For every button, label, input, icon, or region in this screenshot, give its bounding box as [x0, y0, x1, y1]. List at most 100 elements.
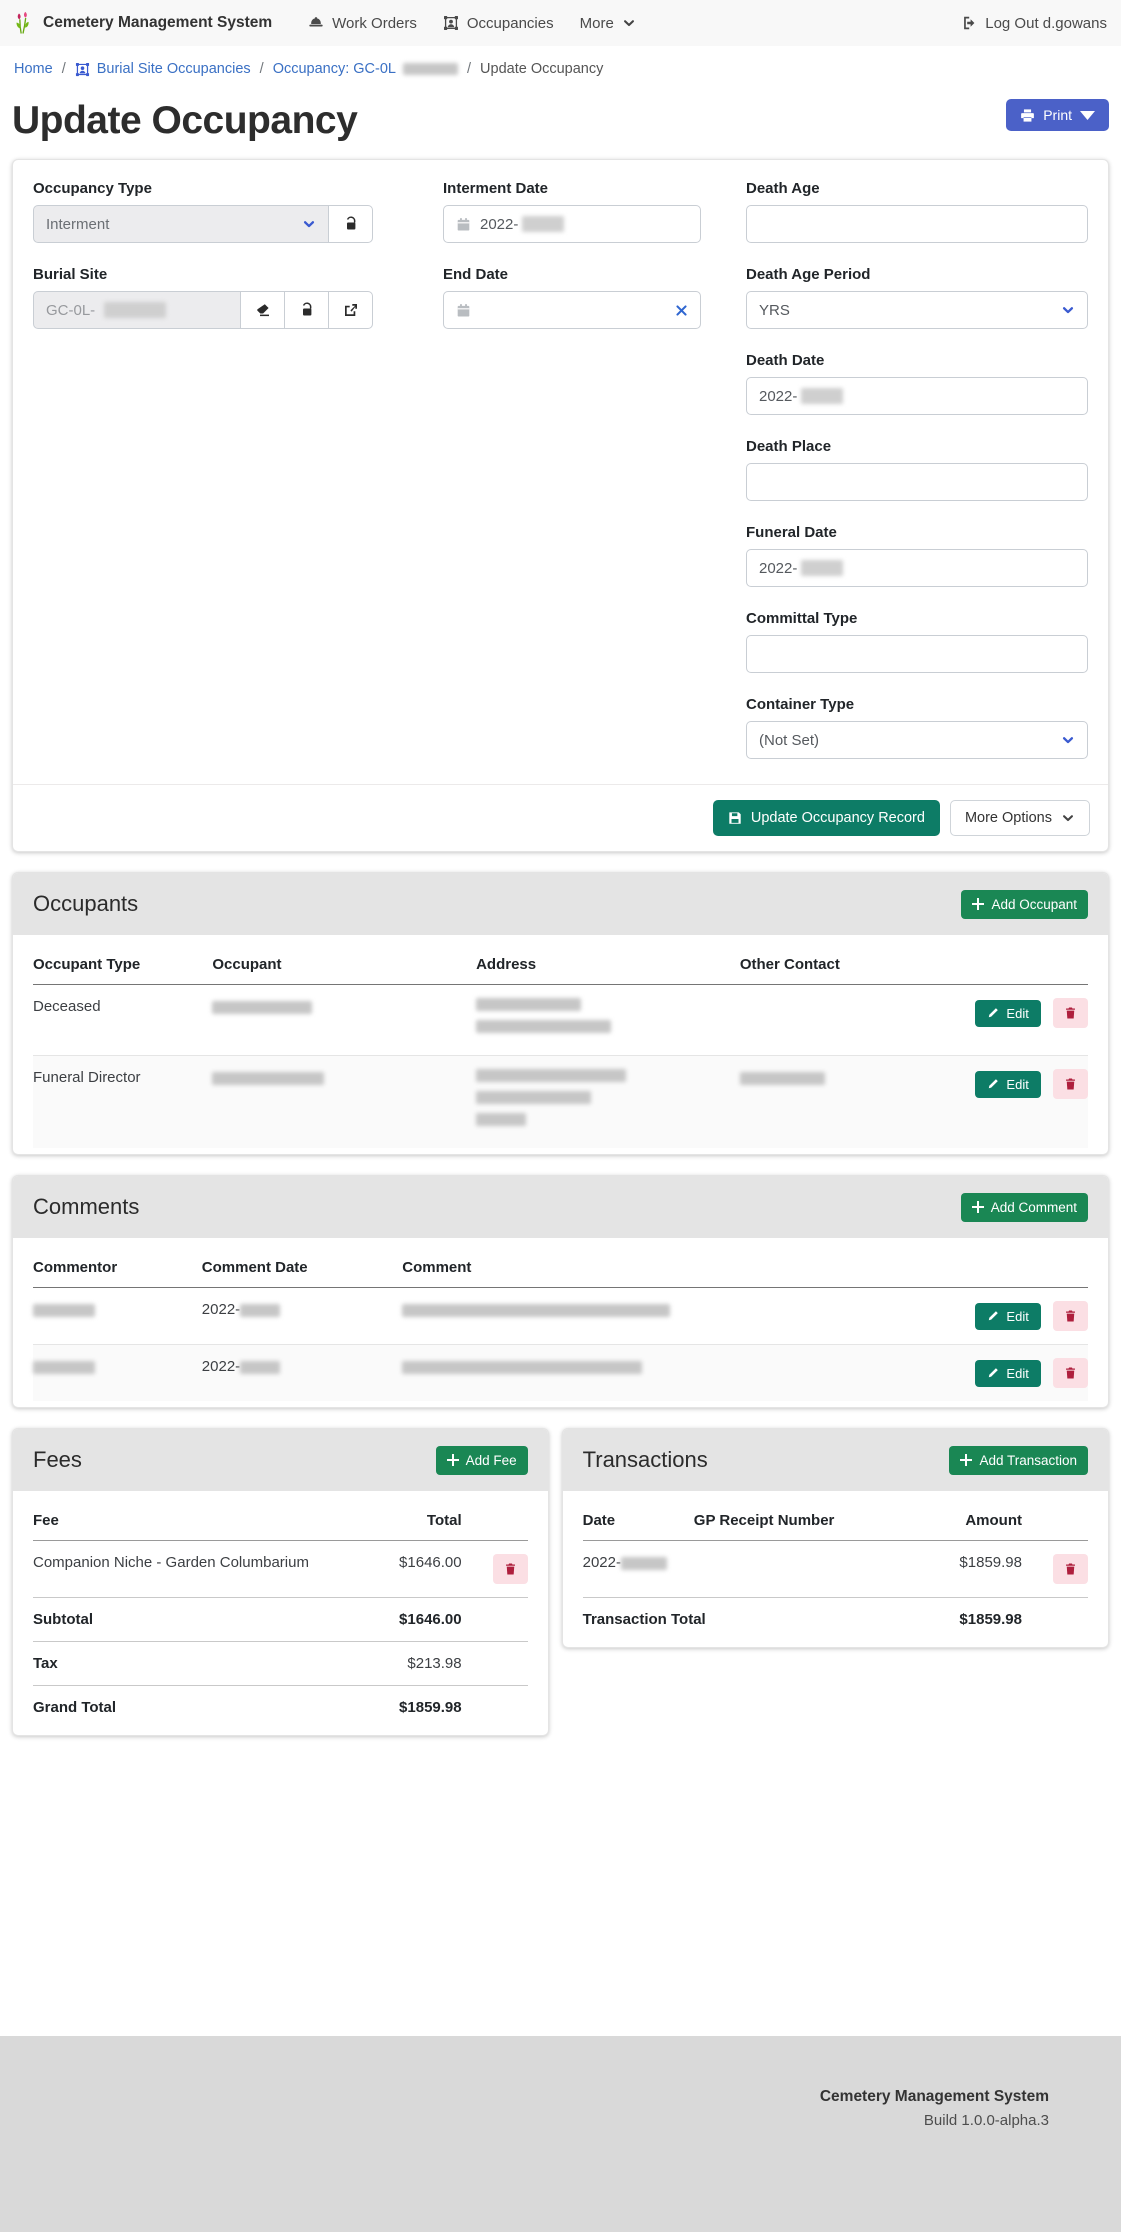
redacted-text — [801, 560, 843, 576]
footer-app-title: Cemetery Management System — [0, 2088, 1049, 2106]
add-occupant-button[interactable]: Add Occupant — [961, 890, 1088, 919]
transactions-title: Transactions — [583, 1447, 708, 1473]
more-options-button[interactable]: More Options — [950, 800, 1090, 836]
hard-hat-icon — [308, 15, 324, 31]
plus-icon — [972, 1201, 984, 1213]
end-date-clear-button[interactable] — [675, 304, 688, 317]
trash-icon — [1064, 1006, 1077, 1020]
chevron-down-icon — [1061, 303, 1075, 317]
burial-site-open-link-button[interactable] — [328, 291, 373, 329]
trash-icon — [1064, 1366, 1077, 1380]
fee-row: Companion Niche - Garden Columbarium $16… — [33, 1541, 528, 1598]
burial-site-input[interactable]: GC-0L- — [33, 291, 241, 329]
redacted-text — [522, 216, 564, 232]
redacted-text — [104, 302, 166, 318]
redacted-text — [240, 1304, 280, 1317]
delete-fee-button[interactable] — [493, 1554, 528, 1584]
container-type-label: Container Type — [746, 696, 1088, 713]
breadcrumb: Home / Burial Site Occupancies / Occupan… — [0, 46, 1121, 81]
nav-more[interactable]: More — [580, 15, 636, 32]
death-age-period-select[interactable]: YRS — [746, 291, 1088, 329]
logout-link[interactable]: Log Out d.gowans — [961, 15, 1107, 32]
transaction-row: 2022- $1859.98 — [583, 1541, 1088, 1598]
occupant-row: Deceased Edit — [33, 985, 1088, 1056]
plus-icon — [972, 898, 984, 910]
interment-date-input[interactable]: 2022- — [443, 205, 701, 243]
redacted-text — [240, 1361, 280, 1374]
occupancy-type-unlock-button[interactable] — [328, 205, 373, 243]
redacted-text — [740, 1072, 825, 1085]
burial-site-label: Burial Site — [33, 266, 373, 283]
redacted-text — [212, 1001, 312, 1014]
add-comment-button[interactable]: Add Comment — [961, 1193, 1088, 1222]
redacted-text — [476, 1069, 626, 1082]
death-date-input[interactable]: 2022- — [746, 377, 1088, 415]
end-date-input[interactable] — [443, 291, 701, 329]
occupancy-type-select[interactable]: Interment — [33, 205, 329, 243]
delete-occupant-button[interactable] — [1053, 1069, 1088, 1099]
burial-site-clear-button[interactable] — [240, 291, 285, 329]
occupancy-type-label: Occupancy Type — [33, 180, 373, 197]
occupants-table: Occupant Type Occupant Address Other Con… — [33, 943, 1088, 1148]
edit-occupant-button[interactable]: Edit — [975, 1071, 1040, 1098]
page-title: Update Occupancy — [12, 99, 357, 143]
edit-comment-button[interactable]: Edit — [975, 1303, 1040, 1330]
update-occupancy-record-button[interactable]: Update Occupancy Record — [713, 800, 940, 836]
footer-build-version: Build 1.0.0-alpha.3 — [0, 2112, 1049, 2129]
comment-row: 2022- Edit — [33, 1288, 1088, 1345]
top-navbar: Cemetery Management System Work Orders O… — [0, 0, 1121, 46]
breadcrumb-separator: / — [260, 61, 264, 77]
lock-open-icon — [299, 302, 315, 318]
redacted-text — [801, 388, 843, 404]
delete-comment-button[interactable] — [1053, 1301, 1088, 1331]
breadcrumb-separator: / — [62, 61, 66, 77]
death-place-input[interactable] — [746, 463, 1088, 501]
redacted-text — [476, 1091, 591, 1104]
comments-card: Comments Add Comment Commentor Comment D… — [12, 1175, 1109, 1408]
nav-work-orders[interactable]: Work Orders — [308, 15, 417, 32]
brand-title: Cemetery Management System — [43, 14, 272, 32]
death-date-label: Death Date — [746, 352, 1088, 369]
redacted-text — [476, 998, 581, 1011]
fees-table: Fee Total Companion Niche - Garden Colum… — [33, 1499, 528, 1729]
chevron-down-icon — [1061, 811, 1075, 825]
page-footer: Cemetery Management System Build 1.0.0-a… — [0, 2036, 1121, 2232]
interment-date-label: Interment Date — [443, 180, 701, 197]
committal-type-input[interactable] — [746, 635, 1088, 673]
breadcrumb-occupancy[interactable]: Occupancy: GC-0L — [273, 61, 458, 77]
calendar-icon — [456, 303, 471, 318]
plus-icon — [447, 1454, 459, 1466]
breadcrumb-burial-site-occupancies[interactable]: Burial Site Occupancies — [75, 61, 251, 77]
occupant-row: Funeral Director Edit — [33, 1056, 1088, 1149]
redacted-text — [33, 1304, 95, 1317]
delete-occupant-button[interactable] — [1053, 998, 1088, 1028]
brand[interactable]: Cemetery Management System — [14, 10, 272, 37]
redacted-text — [621, 1557, 667, 1570]
add-transaction-button[interactable]: Add Transaction — [949, 1446, 1088, 1475]
container-type-select[interactable]: (Not Set) — [746, 721, 1088, 759]
trash-icon — [504, 1562, 517, 1576]
tulip-logo-icon — [14, 10, 34, 37]
redacted-text — [403, 63, 458, 75]
trash-icon — [1064, 1309, 1077, 1323]
add-fee-button[interactable]: Add Fee — [436, 1446, 528, 1475]
pencil-icon — [987, 1078, 999, 1090]
transactions-table: Date GP Receipt Number Amount 2022- $185… — [583, 1499, 1088, 1641]
nav-occupancies[interactable]: Occupancies — [443, 15, 554, 32]
comments-table: Commentor Comment Date Comment 2022- Edi… — [33, 1246, 1088, 1401]
save-icon — [728, 811, 742, 825]
pencil-icon — [987, 1367, 999, 1379]
sign-out-icon — [961, 15, 977, 31]
edit-comment-button[interactable]: Edit — [975, 1360, 1040, 1387]
delete-comment-button[interactable] — [1053, 1358, 1088, 1388]
comments-title: Comments — [33, 1194, 139, 1220]
chevron-down-icon — [622, 16, 636, 30]
lock-open-icon — [343, 216, 359, 232]
funeral-date-input[interactable]: 2022- — [746, 549, 1088, 587]
edit-occupant-button[interactable]: Edit — [975, 1000, 1040, 1027]
burial-site-unlock-button[interactable] — [284, 291, 329, 329]
delete-transaction-button[interactable] — [1053, 1554, 1088, 1584]
death-age-input[interactable] — [746, 205, 1088, 243]
breadcrumb-home[interactable]: Home — [14, 61, 53, 77]
print-button[interactable]: Print — [1006, 99, 1109, 131]
